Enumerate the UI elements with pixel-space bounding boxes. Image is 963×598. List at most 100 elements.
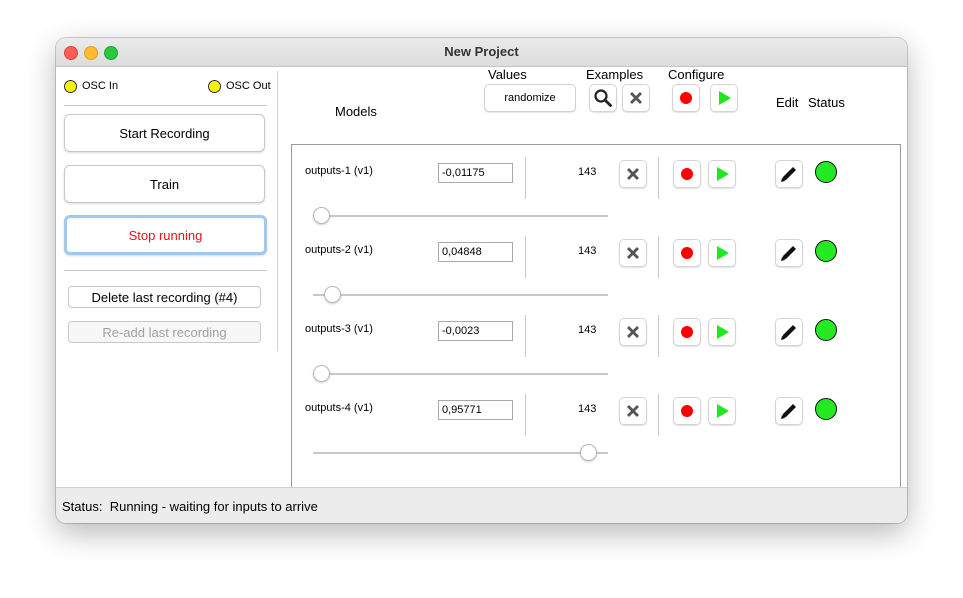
run-all-button[interactable] [710, 84, 738, 112]
record-button[interactable] [673, 160, 701, 188]
model-row: outputs-1 (v1) -0,01175 143 [292, 145, 900, 224]
slider-thumb[interactable] [324, 286, 342, 303]
play-icon [717, 167, 729, 181]
randomize-button[interactable]: randomize [484, 84, 576, 112]
example-count: 143 [578, 324, 597, 336]
delete-examples-button[interactable] [619, 397, 647, 425]
row-divider [525, 236, 526, 278]
status-indicator [815, 240, 837, 262]
record-button[interactable] [673, 397, 701, 425]
run-button[interactable] [708, 318, 736, 346]
edit-button[interactable] [775, 160, 803, 188]
delete-all-examples-button[interactable] [622, 84, 650, 112]
model-row: outputs-3 (v1) -0,0023 143 [292, 303, 900, 382]
delete-icon [627, 247, 639, 259]
models-list: outputs-1 (v1) -0,01175 143 outputs-2 (v… [291, 144, 901, 504]
status-indicator [815, 319, 837, 341]
train-button[interactable]: Train [64, 165, 265, 203]
delete-examples-button[interactable] [619, 160, 647, 188]
slider-thumb[interactable] [313, 365, 330, 382]
slider-thumb[interactable] [313, 207, 330, 224]
window-title: New Project [444, 44, 519, 59]
record-icon [681, 247, 693, 259]
search-icon [594, 89, 612, 107]
row-divider [525, 157, 526, 199]
record-icon [681, 326, 693, 338]
left-divider-bottom [64, 270, 267, 271]
record-icon [680, 92, 692, 104]
left-panel: OSC In OSC Out Start Recording Train Sto… [56, 67, 278, 351]
left-divider-top [64, 105, 267, 106]
delete-icon [627, 326, 639, 338]
record-all-button[interactable] [672, 84, 700, 112]
model-name: outputs-2 (v1) [305, 244, 373, 256]
delete-examples-button[interactable] [619, 318, 647, 346]
osc-out-indicator [208, 80, 221, 93]
configure-header: Configure [668, 67, 725, 82]
row-divider [658, 157, 659, 199]
status-indicator [815, 161, 837, 183]
pencil-icon [781, 404, 796, 419]
examples-header: Examples [586, 67, 644, 82]
model-row: outputs-4 (v1) 0,95771 143 [292, 382, 900, 461]
pencil-icon [781, 246, 796, 261]
stop-running-button[interactable]: Stop running [64, 215, 267, 255]
status-text: Status: Running - waiting for inputs to … [62, 499, 318, 514]
row-divider [658, 394, 659, 436]
edit-header: Edit [776, 95, 799, 110]
row-divider [525, 315, 526, 357]
start-recording-button[interactable]: Start Recording [64, 114, 265, 152]
run-button[interactable] [708, 397, 736, 425]
osc-in-label: OSC In [82, 80, 119, 92]
model-row: outputs-2 (v1) 0,04848 143 [292, 224, 900, 303]
play-icon [717, 404, 729, 418]
osc-in-indicator [64, 80, 77, 93]
record-button[interactable] [673, 318, 701, 346]
model-name: outputs-1 (v1) [305, 165, 373, 177]
record-icon [681, 405, 693, 417]
model-name: outputs-4 (v1) [305, 402, 373, 414]
model-value-field[interactable]: -0,0023 [438, 321, 513, 341]
model-name: outputs-3 (v1) [305, 323, 373, 335]
run-button[interactable] [708, 239, 736, 267]
osc-out-label: OSC Out [226, 80, 271, 92]
edit-button[interactable] [775, 397, 803, 425]
delete-examples-button[interactable] [619, 239, 647, 267]
run-button[interactable] [708, 160, 736, 188]
value-slider[interactable] [313, 215, 608, 217]
delete-icon [630, 92, 642, 104]
row-divider [658, 236, 659, 278]
row-divider [525, 394, 526, 436]
status-message: Running - waiting for inputs to arrive [109, 499, 318, 514]
status-indicator [815, 398, 837, 420]
main-content: OSC In OSC Out Start Recording Train Sto… [56, 67, 907, 504]
example-count: 143 [578, 166, 597, 178]
value-slider[interactable] [313, 294, 608, 296]
status-label: Status: [62, 499, 103, 514]
status-header: Status [808, 95, 845, 110]
record-button[interactable] [673, 239, 701, 267]
model-value-field[interactable]: 0,04848 [438, 242, 513, 262]
left-panel-separator [277, 71, 278, 351]
app-window: New Project OSC In OSC Out Start Recordi… [56, 38, 907, 523]
pencil-icon [781, 167, 796, 182]
edit-button[interactable] [775, 318, 803, 346]
record-icon [681, 168, 693, 180]
delete-last-recording-button[interactable]: Delete last recording (#4) [68, 286, 261, 308]
play-icon [717, 246, 729, 260]
slider-thumb[interactable] [580, 444, 598, 461]
value-slider[interactable] [313, 452, 608, 454]
edit-button[interactable] [775, 239, 803, 267]
model-value-field[interactable]: 0,95771 [438, 400, 513, 420]
delete-icon [627, 168, 639, 180]
readd-last-recording-button[interactable]: Re-add last recording [68, 321, 261, 343]
play-icon [717, 325, 729, 339]
row-divider [658, 315, 659, 357]
pencil-icon [781, 325, 796, 340]
delete-icon [627, 405, 639, 417]
search-examples-button[interactable] [589, 84, 617, 112]
models-header: Models [335, 104, 377, 119]
model-value-field[interactable]: -0,01175 [438, 163, 513, 183]
value-slider[interactable] [313, 373, 608, 375]
example-count: 143 [578, 403, 597, 415]
